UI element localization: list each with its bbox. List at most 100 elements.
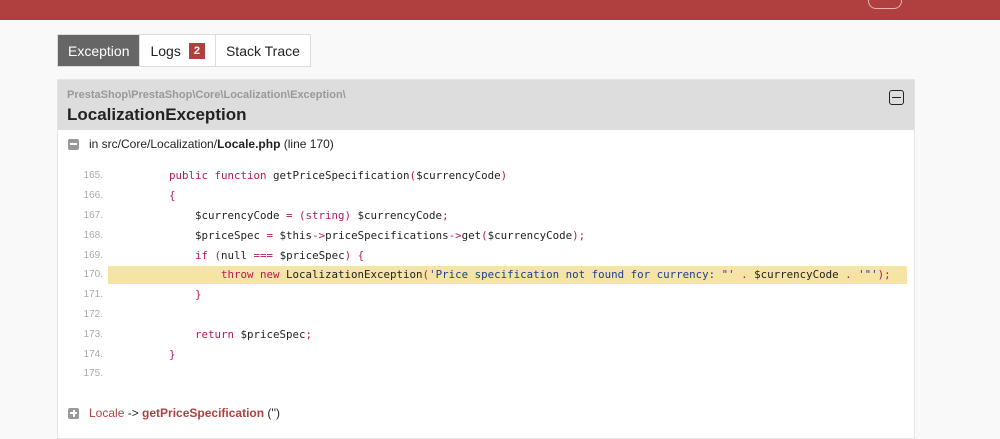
top-bar	[0, 0, 1000, 20]
code-token: $currencyCode	[357, 208, 443, 222]
code-token: $currencyCode	[416, 169, 501, 183]
tab-exception[interactable]: Exception	[58, 35, 141, 66]
location-line: (line 170)	[283, 137, 334, 151]
code-token: $currencyCode	[195, 208, 287, 222]
line-number: 171.	[83, 289, 103, 301]
code-token: )	[500, 169, 508, 183]
line-number: 170.	[83, 269, 103, 281]
code-token: $priceSpec	[195, 228, 267, 242]
code-token: getPriceSpecification	[273, 169, 410, 183]
line-number: 166.	[83, 190, 103, 202]
code-line: 171. }	[58, 285, 916, 305]
code-token: if (	[195, 248, 222, 262]
code-token: =	[266, 228, 280, 242]
tab-stack-trace-label: Stack Trace	[225, 42, 300, 59]
tab-logs-label: Logs	[150, 42, 181, 59]
code-token: {	[169, 189, 176, 203]
code-token: 'Price specification not found for curre…	[429, 268, 742, 282]
code-token: $priceSpec	[279, 248, 345, 262]
code-token: .	[845, 268, 859, 282]
code-text: $priceSpec = $this->priceSpecifications-…	[143, 229, 585, 242]
code-text: }	[143, 348, 176, 361]
code-token: ) {	[344, 248, 365, 262]
code-token: ;	[442, 208, 449, 222]
code-token: public function	[169, 169, 274, 183]
code-text: }	[143, 288, 202, 301]
location-file: Locale.php	[217, 137, 281, 151]
code-token: return	[195, 327, 241, 341]
exception-namespace: PrestaShop\PrestaShop\Core\Localization\…	[67, 89, 346, 101]
code-token: );	[877, 268, 891, 282]
code-text: public function getPriceSpecification($c…	[143, 169, 507, 182]
code-text: {	[143, 189, 176, 202]
code-line: 169. if (null === $priceSpec) {	[58, 245, 916, 265]
code-token: }	[169, 347, 176, 361]
trace-class: Locale	[89, 406, 125, 420]
code-token: $currencyCode	[754, 268, 846, 282]
tab-logs[interactable]: Logs 2	[140, 35, 216, 66]
code-text: throw new LocalizationException('Price s…	[143, 268, 891, 281]
code-line: 173. return $priceSpec;	[58, 324, 916, 344]
code-line: 166. {	[58, 186, 916, 206]
line-number: 175.	[83, 368, 103, 380]
code-text: return $priceSpec;	[143, 328, 312, 341]
code-token: ->	[448, 228, 462, 242]
line-number: 174.	[83, 348, 103, 360]
code-token: ->	[312, 228, 326, 242]
code-line: 167. $currencyCode = (string) $currencyC…	[58, 206, 916, 226]
code-token: ===	[253, 248, 280, 262]
collapse-code-icon[interactable]	[68, 138, 79, 150]
expand-icon[interactable]	[68, 407, 79, 419]
code-token: '"'	[858, 268, 878, 282]
code-text: if (null === $priceSpec) {	[143, 249, 364, 262]
code-token: ;	[305, 327, 313, 341]
code-token: get	[461, 228, 482, 242]
code-token: null	[221, 248, 254, 262]
tab-bar: Exception Logs 2 Stack Trace	[57, 34, 311, 67]
code-line: 168. $priceSpec = $this->priceSpecificat…	[58, 225, 916, 245]
code-line: 175.	[58, 364, 916, 384]
code-token: LocalizationException	[286, 268, 423, 282]
line-number: 165.	[83, 170, 103, 182]
trace-args: ('')	[264, 406, 281, 420]
code-token: throw new	[221, 268, 287, 282]
code-token: }	[195, 288, 202, 302]
trace-method: getPriceSpecification	[142, 406, 265, 420]
exception-panel: PrestaShop\PrestaShop\Core\Localization\…	[57, 79, 915, 439]
trace-arrow: ->	[124, 406, 143, 420]
tab-stack-trace[interactable]: Stack Trace	[216, 35, 310, 66]
logs-count-badge: 2	[188, 42, 205, 59]
trace-item[interactable]: Locale -> getPriceSpecification ('')	[68, 406, 280, 420]
line-number: 167.	[83, 209, 103, 221]
code-line: 172.	[58, 305, 916, 325]
code-line: 174. }	[58, 344, 916, 364]
line-number: 168.	[83, 229, 103, 241]
code-line: 165. public function getPriceSpecificati…	[58, 166, 916, 186]
code-token: .	[741, 268, 755, 282]
code-line-highlighted: 170. throw new LocalizationException('Pr…	[58, 265, 916, 285]
code-text: $currencyCode = (string) $currencyCode;	[143, 209, 449, 222]
logo-icon	[868, 0, 902, 9]
code-token: $currencyCode	[487, 228, 573, 242]
exception-class: LocalizationException	[67, 105, 247, 124]
code-token: $this	[279, 228, 313, 242]
code-token: $priceSpec	[240, 327, 306, 341]
collapse-icon[interactable]	[889, 90, 904, 105]
code-token: priceSpecifications	[325, 228, 449, 242]
code-token: = (string)	[286, 208, 358, 222]
tab-exception-label: Exception	[68, 42, 130, 59]
exception-header: PrestaShop\PrestaShop\Core\Localization\…	[58, 80, 914, 130]
line-number: 173.	[83, 328, 103, 340]
line-number: 172.	[83, 308, 103, 320]
code-token: );	[572, 228, 586, 242]
code-excerpt: 165. public function getPriceSpecificati…	[58, 166, 916, 384]
line-number: 169.	[83, 249, 103, 261]
